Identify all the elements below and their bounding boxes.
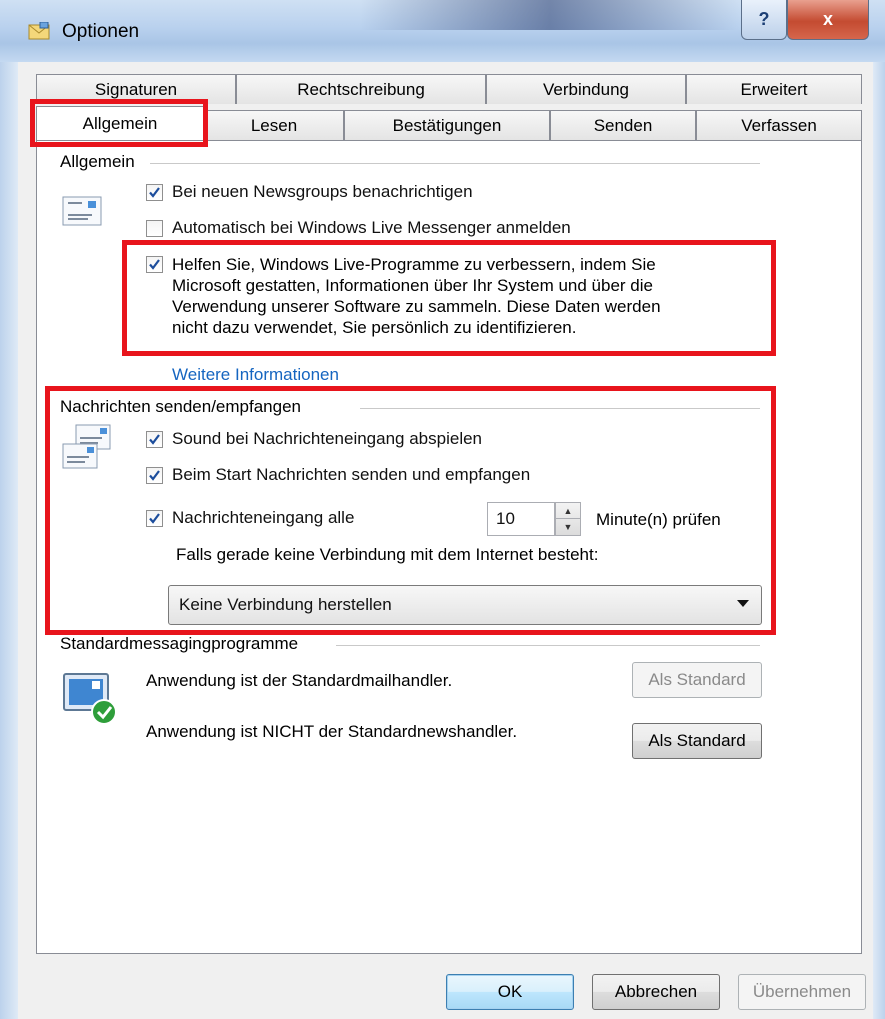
ok-button[interactable]: OK — [446, 974, 574, 1010]
check-every-checkbox[interactable]: Nachrichteneingang alle — [146, 508, 354, 528]
spin-up-icon[interactable]: ▲ — [556, 503, 580, 519]
cancel-button[interactable]: Abbrechen — [592, 974, 720, 1010]
mail-handler-text: Anwendung ist der Standardmailhandler. — [146, 671, 453, 690]
offline-label: Falls gerade keine Verbindung mit dem In… — [176, 545, 599, 564]
checkbox-checked-icon[interactable] — [146, 183, 163, 201]
checkbox-checked-icon[interactable] — [146, 256, 163, 273]
send-receive-on-start-checkbox[interactable]: Beim Start Nachrichten senden und empfan… — [146, 465, 530, 485]
chevron-down-icon — [737, 600, 749, 607]
default-program-check-icon — [63, 673, 117, 725]
checkbox-checked-icon[interactable] — [146, 430, 163, 448]
play-sound-checkbox[interactable]: Sound bei Nachrichteneingang abspielen — [146, 429, 482, 449]
apply-button[interactable]: Übernehmen — [738, 974, 866, 1010]
set-default-news-button[interactable]: Als Standard — [632, 723, 762, 759]
group-title-send-receive: Nachrichten senden/empfangen — [60, 397, 307, 417]
improve-programs-checkbox[interactable] — [146, 256, 172, 273]
set-default-mail-button[interactable]: Als Standard — [632, 662, 762, 698]
group-title-general: Allgemein — [60, 152, 141, 172]
improve-programs-text: Helfen Sie, Windows Live-Programme zu ve… — [172, 255, 661, 337]
options-dialog: Optionen ? x Signaturen Rechtschreibung … — [0, 0, 885, 1019]
notify-newsgroups-checkbox[interactable]: Bei neuen Newsgroups benachrichtigen — [146, 182, 473, 202]
message-icon — [62, 196, 102, 226]
check-interval-spinner[interactable]: ▲ ▼ — [555, 502, 581, 536]
spin-down-icon[interactable]: ▼ — [556, 519, 580, 535]
send-receive-icon — [62, 424, 111, 469]
checkbox-checked-icon[interactable] — [146, 466, 163, 484]
group-title-default-programs: Standardmessagingprogramme — [60, 634, 305, 654]
auto-login-messenger-checkbox[interactable]: Automatisch bei Windows Live Messenger a… — [146, 218, 571, 238]
check-interval-input[interactable]: 10 — [487, 502, 555, 536]
checkbox-checked-icon[interactable] — [146, 509, 163, 527]
offline-behavior-select[interactable]: Keine Verbindung herstellen — [168, 585, 762, 625]
news-handler-text: Anwendung ist NICHT der Standardnewshand… — [146, 722, 518, 741]
more-info-link[interactable]: Weitere Informationen — [172, 365, 339, 385]
checkbox-unchecked-icon[interactable] — [146, 219, 163, 237]
interval-unit-label: Minute(n) prüfen — [596, 510, 721, 529]
